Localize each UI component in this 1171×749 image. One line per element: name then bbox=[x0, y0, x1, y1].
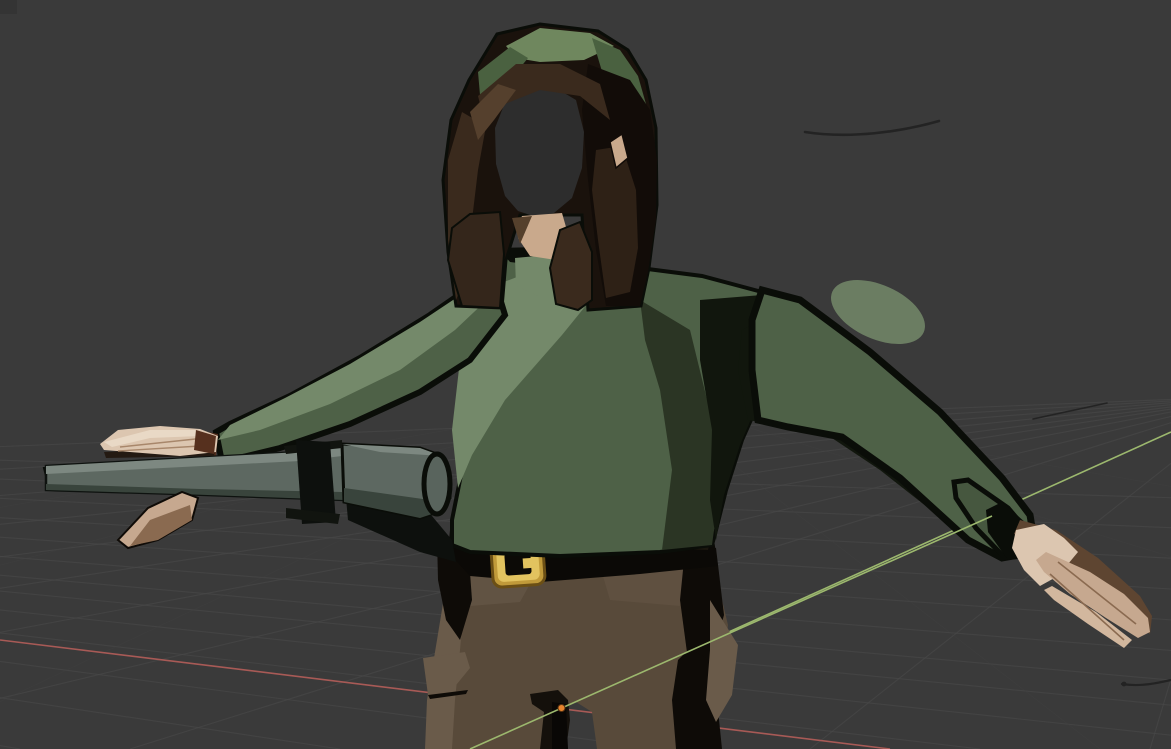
stock-butt-ring bbox=[424, 454, 450, 514]
buckle-prong bbox=[523, 558, 534, 569]
3d-viewport[interactable] bbox=[0, 0, 1171, 749]
viewport-canvas[interactable] bbox=[0, 0, 1171, 749]
face bbox=[495, 86, 584, 217]
viewport-corner-widget bbox=[0, 0, 17, 14]
stray-stroke-dot bbox=[1122, 682, 1127, 687]
origin-dot bbox=[558, 705, 565, 712]
